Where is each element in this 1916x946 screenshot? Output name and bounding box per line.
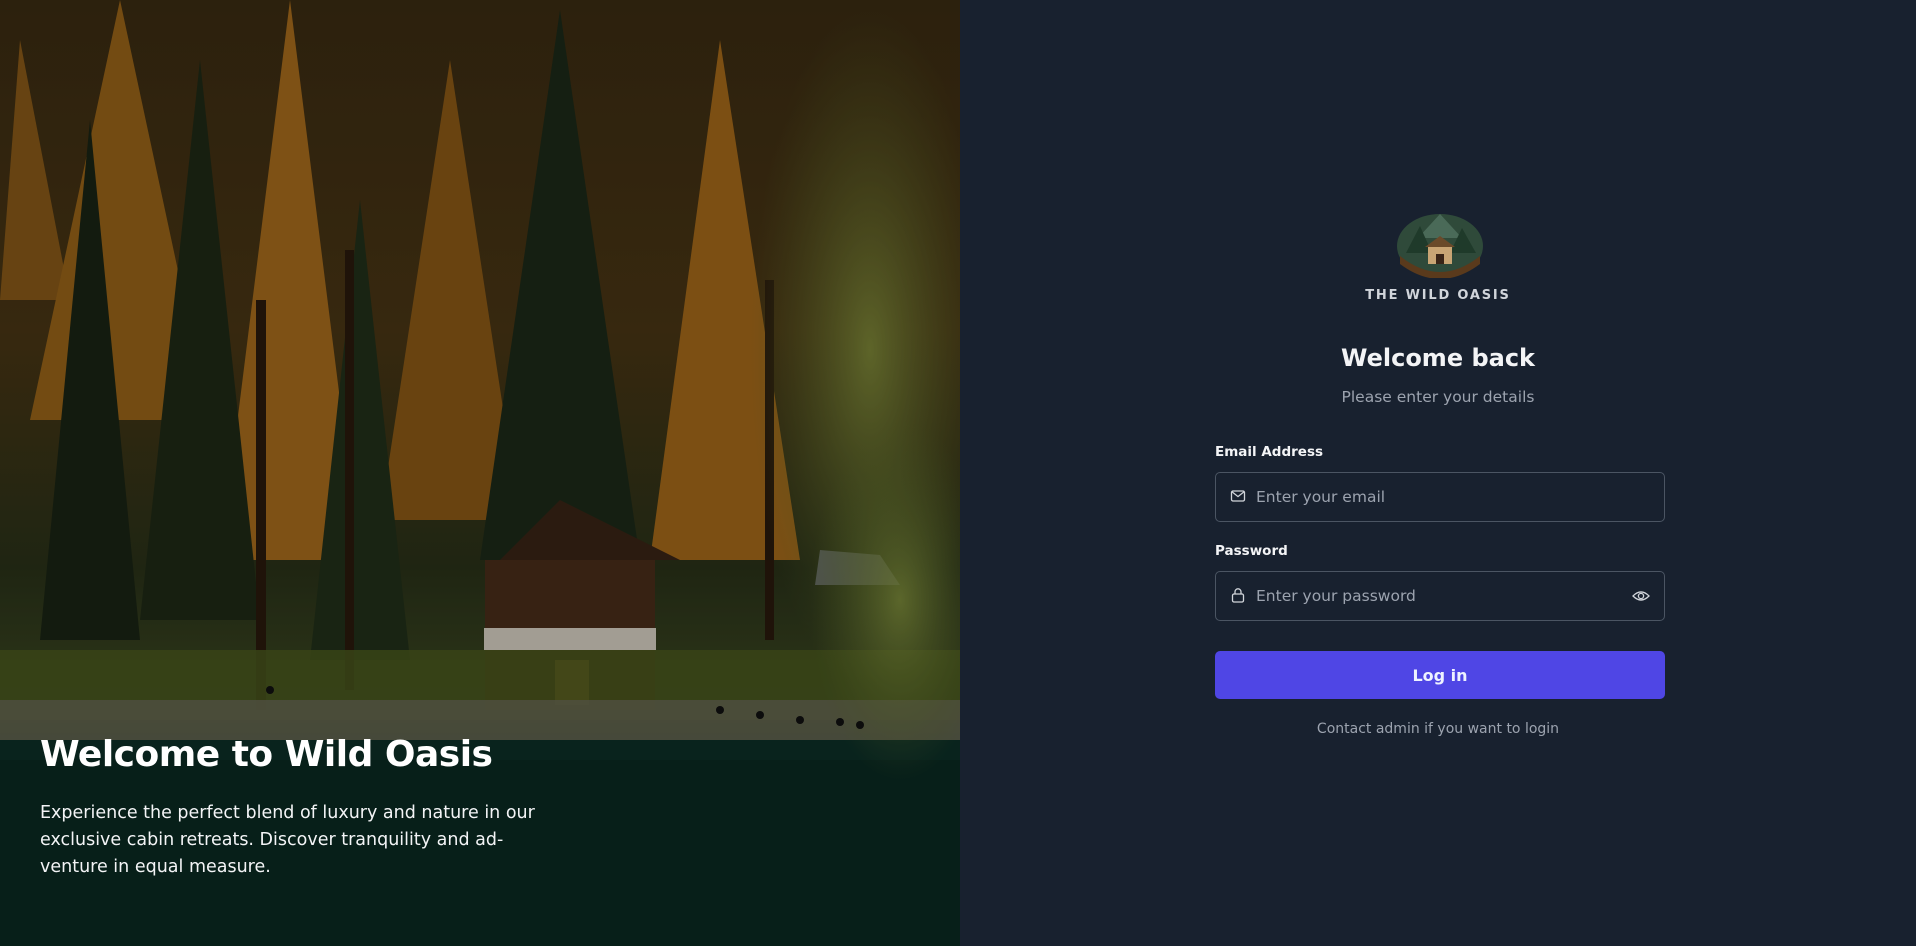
hero-description: Experience the perfect blend of luxury a…	[40, 803, 535, 877]
eye-icon[interactable]	[1632, 588, 1650, 604]
brand-name: THE WILD OASIS	[1365, 288, 1511, 303]
hero-headline: Welcome to Wild Oasis	[40, 734, 493, 775]
cabin-logo-icon	[1397, 214, 1483, 278]
email-field	[1215, 472, 1665, 522]
login-button[interactable]: Log in	[1215, 651, 1665, 699]
email-input[interactable]	[1256, 473, 1616, 521]
contact-admin-note: Contact admin if you want to login	[1316, 721, 1560, 737]
mail-icon	[1230, 490, 1246, 502]
password-label: Password	[1215, 543, 1288, 559]
login-title: Welcome back	[1340, 344, 1536, 372]
email-label: Email Address	[1215, 444, 1324, 460]
hero-panel: Welcome to Wild Oasis Experience the per…	[0, 0, 960, 946]
lock-icon	[1231, 588, 1245, 603]
password-input[interactable]	[1256, 572, 1616, 620]
login-subtitle: Please enter your details	[1341, 388, 1535, 406]
login-panel: THE WILD OASIS Welcome back Please enter…	[960, 0, 1916, 946]
password-field	[1215, 571, 1665, 621]
